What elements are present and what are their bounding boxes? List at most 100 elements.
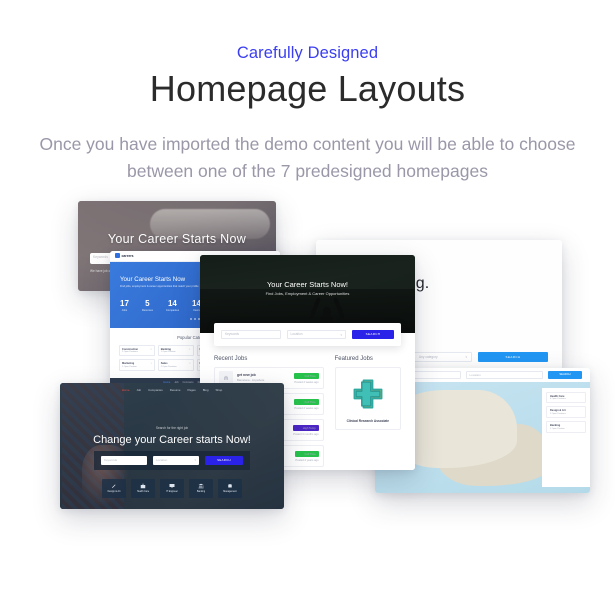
category-value: Any category — [419, 354, 438, 359]
category-num: 1 — [150, 363, 152, 365]
keywords-input[interactable]: Keywords — [101, 455, 147, 465]
screenshot-bottom-left[interactable]: Home Job Companies Resume Pages Blog Sho… — [60, 382, 284, 509]
logo-text: careers — [121, 253, 134, 258]
category-card[interactable]: Construction 2 Open Positions 2 — [119, 344, 155, 356]
map-result-list[interactable]: Health Care 4 Open Positions Design & Art… — [542, 387, 590, 487]
category-tile-it-engineer[interactable]: IT Engineer — [160, 478, 184, 498]
dot[interactable] — [190, 317, 192, 320]
category-count: 2 Open Positions — [160, 365, 177, 368]
search-button[interactable]: SEARCH — [548, 370, 582, 379]
recent-jobs-heading: Recent Jobs — [214, 355, 248, 362]
location-input[interactable]: Location ▾ — [286, 329, 346, 339]
job-meta-col: Full Time Posted 2 weeks ago — [294, 397, 319, 411]
section-eyebrow: Carefully Designed — [236, 44, 379, 62]
hero-subtitle: Find jobs, employment & career opportuni… — [120, 284, 199, 288]
featured-job-title: Clinical Research Associate — [346, 418, 389, 423]
medical-cross-icon — [347, 373, 388, 414]
tile-label: Health Care — [136, 491, 150, 493]
hero-title: Your Career Starts Now — [107, 231, 247, 246]
hero-title: Change your Career starts Now! — [93, 433, 251, 446]
hero-banner: Your Career Starts Now! Find Jobs, Emplo… — [200, 254, 415, 333]
job-posted: Posted 2 weeks ago — [294, 381, 319, 385]
status-badge: High Temp — [293, 425, 319, 431]
list-item[interactable]: Design & Art 2 Open Positions — [546, 406, 586, 419]
category-count: 1 Open Position — [160, 351, 176, 353]
hero-title: Your Career Starts Now — [120, 275, 186, 283]
category-tile-banking[interactable]: Banking — [189, 478, 213, 498]
job-meta-col: Full Time Posted 2 years ago — [295, 449, 319, 463]
hero-subtitle: Find Jobs, Employment & Career Opportuni… — [265, 290, 350, 296]
location-placeholder: Location — [156, 457, 168, 462]
nav-item[interactable]: Job — [136, 388, 141, 392]
chevron-down-icon: ▾ — [465, 354, 467, 359]
location-input[interactable]: Location — [465, 370, 543, 379]
job-meta-col: High Temp Posted 3 months ago — [293, 423, 319, 437]
pen-icon — [112, 484, 116, 488]
category-num: 1 — [189, 348, 191, 351]
homepage-screenshot-collage: Your Career Starts Now Keywords Location… — [0, 193, 615, 573]
search-bar[interactable]: Keywords Location ▾ SEARCH — [94, 450, 250, 470]
job-meta-col: Full Time Posted 2 weeks ago — [294, 371, 319, 385]
nav-item[interactable]: Companies — [148, 388, 163, 392]
category-count: 1 Open Position — [122, 365, 137, 368]
briefcase-icon — [228, 484, 232, 488]
location-placeholder: Location — [469, 373, 481, 378]
category-card[interactable]: Marketing 1 Open Position 1 — [119, 359, 155, 371]
hero-eyebrow: Search for the right job — [155, 425, 189, 430]
tile-label: Banking — [196, 491, 206, 493]
list-item[interactable]: Health Care 4 Open Positions — [546, 391, 586, 404]
category-select[interactable]: Any category ▾ — [414, 351, 472, 362]
job-info: get new job Barcelona · Anywhere — [237, 373, 264, 383]
category-tiles[interactable]: Design & Art Health Care IT Engineer Ban… — [60, 478, 284, 498]
search-button[interactable]: SEARCH — [205, 455, 243, 465]
list-item[interactable]: Banking 1 Open Position — [546, 421, 586, 433]
location-input[interactable]: Location ▾ — [153, 455, 199, 465]
homepage-layouts-promo: Carefully Designed Homepage Layouts Once… — [0, 0, 615, 613]
category-card[interactable]: Sales 2 Open Positions 2 — [157, 359, 194, 371]
item-meta: 2 Open Positions — [550, 413, 566, 416]
page-title: Homepage Layouts — [149, 68, 466, 109]
category-tile-management[interactable]: Management — [218, 478, 242, 498]
chevron-down-icon: ▾ — [340, 332, 342, 337]
category-count: 2 Open Positions — [122, 351, 138, 353]
item-name: Banking — [550, 424, 561, 428]
status-badge: Full Time — [294, 399, 319, 405]
hospital-icon — [140, 483, 146, 489]
arm-right — [332, 296, 345, 319]
item-meta: 1 Open Position — [550, 427, 565, 430]
category-card[interactable]: Banking 1 Open Position 1 — [157, 344, 194, 356]
keywords-input[interactable]: Keywords — [221, 329, 281, 339]
item-meta: 4 Open Positions — [550, 398, 566, 401]
nav-item[interactable]: Blog — [203, 388, 209, 392]
featured-job-card[interactable]: Clinical Research Associate — [334, 366, 401, 430]
logo[interactable]: careers — [115, 253, 134, 258]
search-button[interactable]: SEARCH — [478, 351, 548, 362]
site-nav[interactable]: Home Job Companies Resume Pages Blog Sho… — [60, 388, 284, 392]
monitor-icon — [169, 484, 175, 488]
category-tile-health-care[interactable]: Health Care — [131, 478, 155, 498]
featured-jobs-heading: Featured Jobs — [334, 355, 373, 362]
job-posted: Posted 3 months ago — [293, 433, 319, 437]
location-placeholder: Location — [290, 332, 303, 337]
dot[interactable] — [194, 317, 196, 320]
nav-item[interactable]: Shop — [216, 388, 223, 392]
tile-label: IT Engineer — [166, 491, 178, 493]
job-title: get new job — [237, 372, 256, 377]
nav-item[interactable]: Home — [122, 388, 130, 392]
job-posted: Posted 2 years ago — [295, 459, 319, 463]
job-posted: Posted 2 weeks ago — [294, 407, 319, 411]
nav-item[interactable]: Pages — [188, 388, 196, 392]
keywords-placeholder: Keywords — [93, 254, 108, 259]
bank-icon — [198, 483, 204, 489]
status-badge: Full Time — [295, 451, 319, 457]
category-num: 2 — [189, 363, 191, 365]
tile-label: Design & Art — [107, 491, 121, 493]
category-num: 2 — [150, 348, 152, 351]
category-tile-design-art[interactable]: Design & Art — [102, 478, 126, 498]
keywords-placeholder: Keywords — [104, 457, 118, 462]
search-bar[interactable]: Keywords Location ▾ SEARCH — [214, 322, 401, 346]
item-name: Design & Art — [550, 409, 566, 413]
nav-item[interactable]: Resume — [170, 388, 181, 392]
tile-label: Management — [223, 491, 237, 493]
search-button[interactable]: SEARCH — [352, 329, 394, 339]
